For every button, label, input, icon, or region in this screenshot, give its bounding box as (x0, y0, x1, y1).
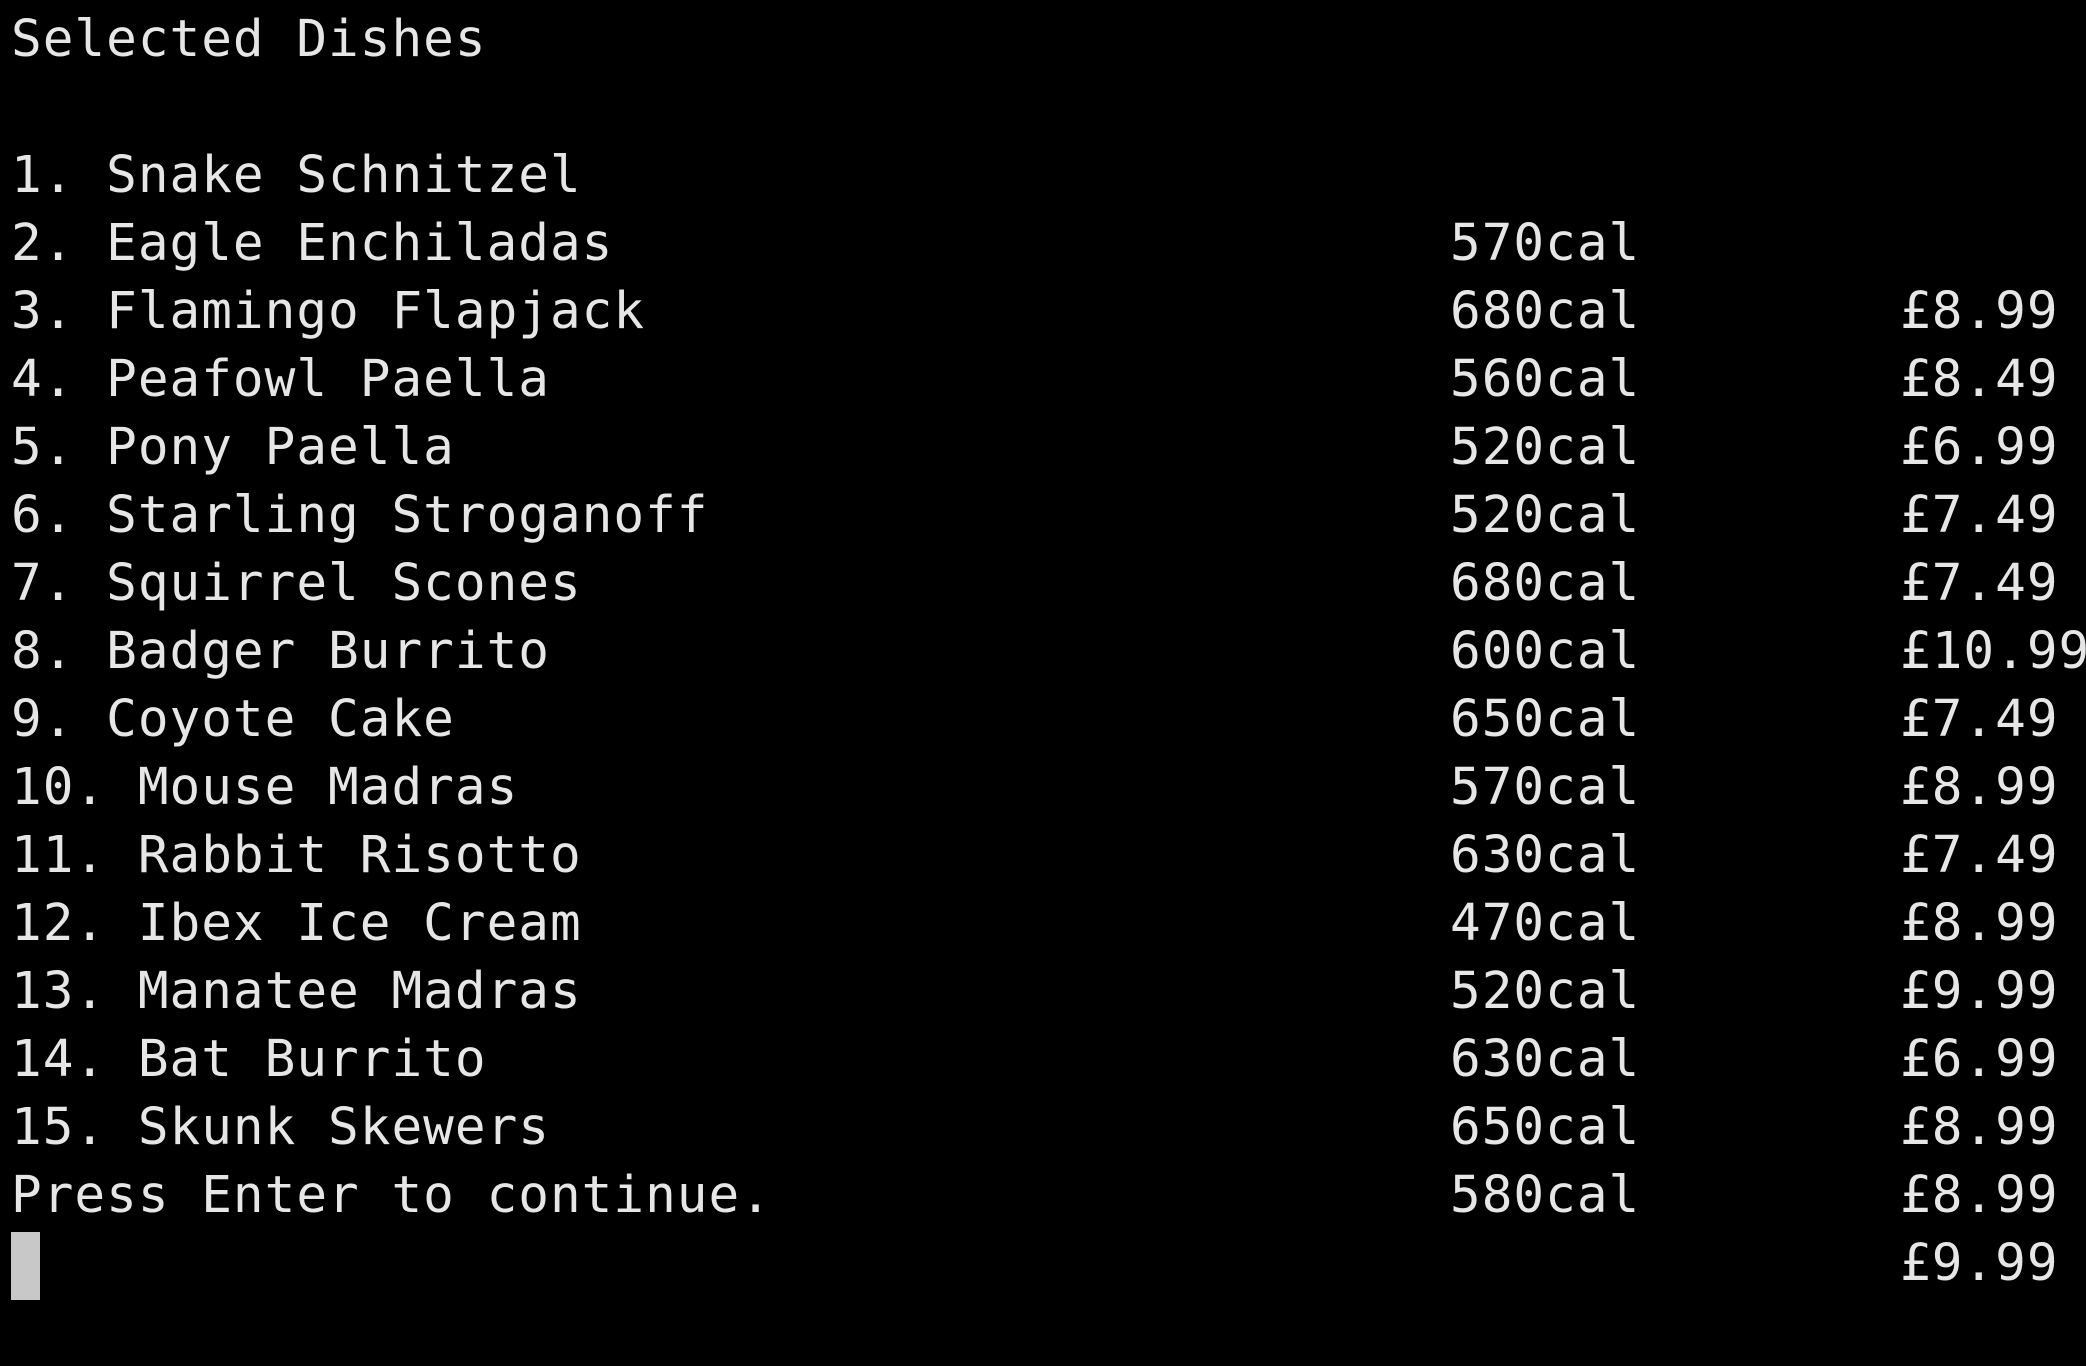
continue-prompt: Press Enter to continue. (11, 1166, 772, 1225)
dish-calories: 650cal (1450, 1098, 1641, 1157)
dish-name: 15. Skunk Skewers (11, 1098, 550, 1157)
dish-row: 14. Bat Burrito 650cal £8.99 (0, 958, 2086, 1225)
dish-row: 6. Starling Stroganoff 680cal £10.99 (0, 414, 2086, 681)
dish-row: 1. Snake Schnitzel 570cal £8.99 (0, 74, 2086, 341)
dish-price: £8.99 (1900, 1098, 2059, 1157)
terminal-window[interactable]: Selected Dishes 1. Snake Schnitzel 570ca… (0, 0, 2086, 1316)
dish-row: 7. Squirrel Scones 600cal £7.49 (0, 482, 2086, 749)
dish-price: £8.99 (1900, 1166, 2059, 1225)
dish-row: 8. Badger Burrito 650cal £8.99 (0, 550, 2086, 817)
dish-row: 3. Flamingo Flapjack 560cal £6.99 (0, 210, 2086, 477)
dish-row: 9. Coyote Cake 570cal £7.49 (0, 618, 2086, 885)
text-cursor[interactable] (11, 1232, 40, 1300)
dish-row: 5. Pony Paella 520cal £7.49 (0, 346, 2086, 613)
dish-row: 15. Skunk Skewers 580cal £9.99 (0, 1026, 2086, 1293)
heading: Selected Dishes (11, 10, 487, 69)
dish-row: 13. Manatee Madras 630cal £8.99 (0, 890, 2086, 1157)
dish-row: 4. Peafowl Paella 520cal £7.49 (0, 278, 2086, 545)
dish-row: 2. Eagle Enchiladas 680cal £8.49 (0, 142, 2086, 409)
dish-row: 10. Mouse Madras 630cal £8.99 (0, 686, 2086, 953)
dish-row: 11. Rabbit Risotto 470cal £9.99 (0, 754, 2086, 1021)
dish-row: 12. Ibex Ice Cream 520cal £6.99 (0, 822, 2086, 1089)
dish-price: £9.99 (1900, 1234, 2059, 1293)
dish-calories: 580cal (1450, 1166, 1641, 1225)
